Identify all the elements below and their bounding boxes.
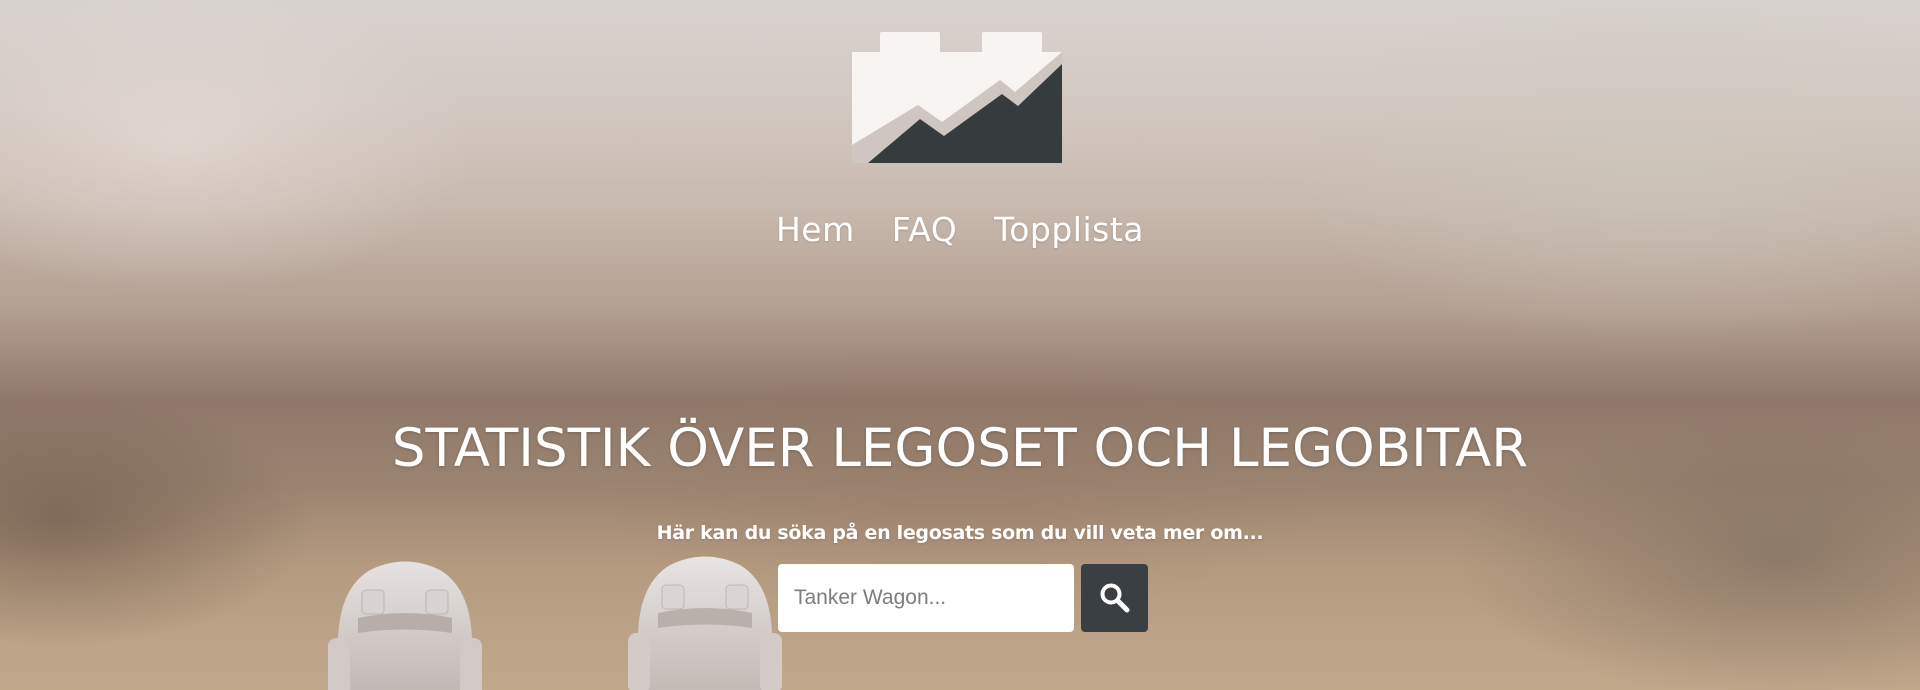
search-button[interactable] bbox=[1081, 564, 1148, 632]
search-form bbox=[778, 564, 1148, 632]
search-description: Här kan du söka på en legosats som du vi… bbox=[656, 522, 1264, 544]
nav-item-topplista[interactable]: Topplista bbox=[994, 210, 1144, 249]
search-input[interactable] bbox=[778, 564, 1074, 632]
nav-item-hem[interactable]: Hem bbox=[776, 210, 855, 249]
search-icon bbox=[1100, 583, 1129, 613]
main-navigation: Hem FAQ Topplista bbox=[0, 210, 1920, 249]
helmet-figure-right bbox=[628, 556, 782, 690]
site-logo[interactable] bbox=[850, 30, 1070, 165]
page-title: STATISTIK ÖVER LEGOSET OCH LEGOBITAR bbox=[391, 418, 1529, 479]
nav-item-faq[interactable]: FAQ bbox=[892, 210, 957, 249]
helmet-figure-left bbox=[328, 561, 482, 690]
